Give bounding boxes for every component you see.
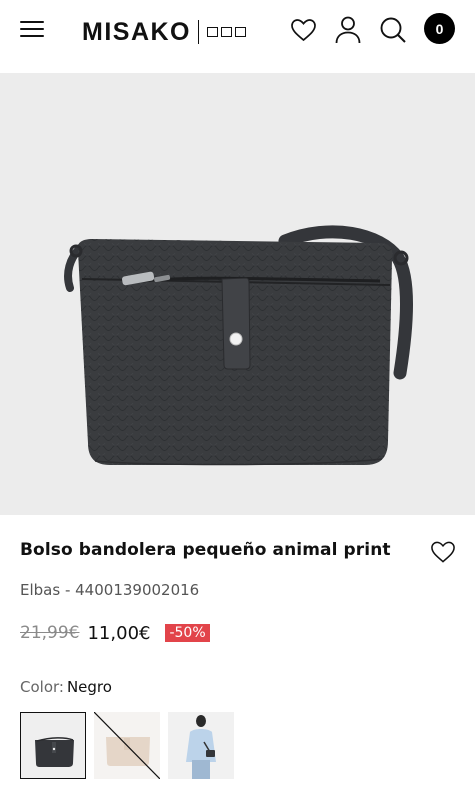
logo-text: MISAKO [82, 17, 191, 46]
cart-button[interactable]: 0 [424, 13, 455, 44]
logo[interactable]: MISAKO [82, 17, 246, 47]
product-sku: 4400139002016 [75, 581, 200, 599]
bag-illustration [64, 225, 413, 466]
product-reference: Elbas - 4400139002016 [20, 581, 199, 599]
color-swatches [20, 712, 234, 779]
favorite-heart-icon[interactable] [430, 540, 456, 564]
menu-icon[interactable] [20, 20, 44, 38]
reference-separator: - [60, 581, 76, 599]
old-price: 21,99€ [20, 623, 80, 643]
search-icon[interactable] [379, 15, 407, 45]
swatch-black[interactable] [20, 712, 86, 779]
price-row: 21,99€ 11,00€ -50% [20, 621, 210, 645]
swatch-beige-unavailable[interactable] [94, 712, 160, 779]
logo-divider [198, 20, 199, 44]
account-user-icon[interactable] [334, 15, 362, 45]
product-brand: Elbas [20, 581, 61, 599]
product-image[interactable] [0, 73, 475, 515]
swatch-model-photo[interactable] [168, 712, 234, 779]
color-value: Negro [66, 678, 112, 696]
discount-badge: -50% [165, 624, 210, 642]
product-title: Bolso bandolera pequeño animal print [20, 540, 391, 560]
color-selector-label: Color: Negro [20, 678, 112, 696]
wishlist-heart-icon[interactable] [289, 15, 317, 45]
sale-price: 11,00€ [87, 622, 151, 644]
color-label: Color: [20, 678, 64, 696]
logo-boxes-icon [207, 27, 246, 37]
site-header: MISAKO 0 [0, 0, 475, 73]
product-title-row: Bolso bandolera pequeño animal print [20, 540, 460, 566]
